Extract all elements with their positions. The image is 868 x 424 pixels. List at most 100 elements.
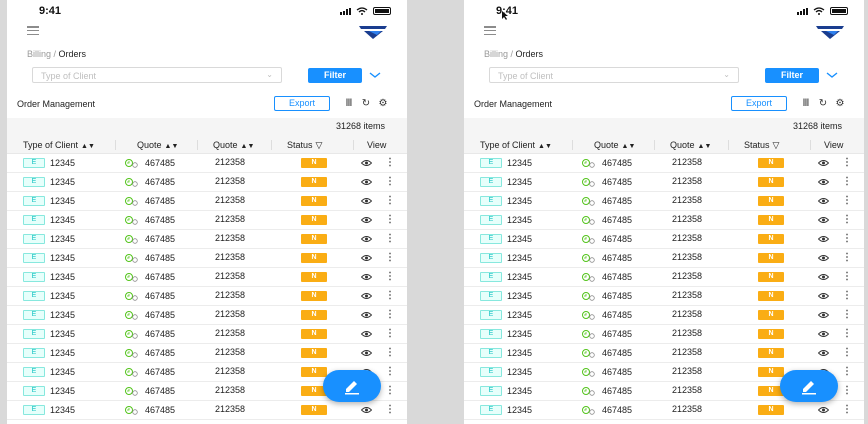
table-row[interactable]: E 12345 467485 212358 N ⋮ [464, 173, 864, 192]
sort-icon[interactable]: ▲▼ [538, 143, 552, 150]
eye-icon[interactable] [361, 349, 372, 357]
sort-icon[interactable]: ▲▼ [165, 143, 179, 150]
more-icon[interactable]: ⋮ [385, 271, 395, 282]
table-row[interactable]: E 12345 467485 212358 N ⋮ [7, 325, 407, 344]
table-row[interactable]: E 12345 467485 212358 N ⋮ [464, 306, 864, 325]
eye-icon[interactable] [361, 159, 372, 167]
breadcrumb-billing[interactable]: Billing [27, 49, 51, 59]
table-row[interactable]: E 12345 467485 212358 N ⋮ [464, 154, 864, 173]
eye-icon[interactable] [361, 197, 372, 205]
table-row[interactable]: E 12345 467485 212358 N ⋮ [7, 249, 407, 268]
more-icon[interactable]: ⋮ [385, 309, 395, 320]
filter-expand-icon[interactable] [368, 69, 382, 81]
more-icon[interactable]: ⋮ [842, 309, 852, 320]
eye-icon[interactable] [818, 406, 829, 414]
table-row[interactable]: E 12345 467485 212358 N ⋮ [7, 230, 407, 249]
more-icon[interactable]: ⋮ [385, 404, 395, 415]
filter-icon[interactable]: ▽ [773, 140, 780, 150]
eye-icon[interactable] [818, 216, 829, 224]
more-icon[interactable]: ⋮ [385, 347, 395, 358]
more-icon[interactable]: ⋮ [842, 290, 852, 301]
eye-icon[interactable] [361, 292, 372, 300]
eye-icon[interactable] [361, 216, 372, 224]
more-icon[interactable]: ⋮ [385, 252, 395, 263]
edit-fab-button[interactable] [780, 370, 838, 402]
more-icon[interactable]: ⋮ [385, 176, 395, 187]
eye-icon[interactable] [818, 197, 829, 205]
more-icon[interactable]: ⋮ [385, 290, 395, 301]
more-icon[interactable]: ⋮ [385, 328, 395, 339]
filter-button[interactable]: Filter [765, 68, 819, 83]
more-icon[interactable]: ⋮ [385, 366, 395, 377]
more-icon[interactable]: ⋮ [842, 328, 852, 339]
more-icon[interactable]: ⋮ [385, 214, 395, 225]
column-quote-2[interactable]: Quote ▲▼ [670, 140, 711, 150]
more-icon[interactable]: ⋮ [842, 214, 852, 225]
filter-expand-icon[interactable] [825, 69, 839, 81]
reload-icon[interactable]: ↻ [818, 98, 828, 109]
table-row[interactable]: E 12345 467485 212358 N ⋮ [7, 211, 407, 230]
eye-icon[interactable] [361, 273, 372, 281]
more-icon[interactable]: ⋮ [385, 195, 395, 206]
table-row[interactable]: E 12345 467485 212358 N ⋮ [7, 154, 407, 173]
more-icon[interactable]: ⋮ [842, 404, 852, 415]
settings-icon[interactable]: ⚙ [835, 98, 845, 109]
column-type-of-client[interactable]: Type of Client ▲▼ [23, 140, 95, 150]
eye-icon[interactable] [361, 330, 372, 338]
column-quote-2[interactable]: Quote ▲▼ [213, 140, 254, 150]
menu-icon[interactable] [27, 26, 39, 35]
eye-icon[interactable] [818, 273, 829, 281]
breadcrumb-billing[interactable]: Billing [484, 49, 508, 59]
more-icon[interactable]: ⋮ [385, 157, 395, 168]
table-row[interactable]: E 12345 467485 212358 N ⋮ [464, 192, 864, 211]
filter-icon[interactable]: ▽ [316, 140, 323, 150]
table-row[interactable]: E 12345 467485 212358 N ⋮ [464, 211, 864, 230]
eye-icon[interactable] [818, 235, 829, 243]
table-row[interactable]: E 12345 467485 212358 N ⋮ [7, 344, 407, 363]
table-row[interactable]: E 12345 467485 212358 N ⋮ [7, 192, 407, 211]
eye-icon[interactable] [818, 254, 829, 262]
more-icon[interactable]: ⋮ [385, 385, 395, 396]
reload-icon[interactable]: ↻ [361, 98, 371, 109]
sort-icon[interactable]: ▲▼ [698, 143, 712, 150]
text-height-icon[interactable]: Ⅲ [344, 98, 354, 109]
table-row[interactable]: E 12345 467485 212358 N ⋮ [7, 287, 407, 306]
table-row[interactable]: E 12345 467485 212358 N ⋮ [464, 344, 864, 363]
eye-icon[interactable] [361, 178, 372, 186]
eye-icon[interactable] [818, 159, 829, 167]
export-button[interactable]: Export [274, 96, 330, 111]
filter-button[interactable]: Filter [308, 68, 362, 83]
table-row[interactable]: E 12345 467485 212358 N ⋮ [464, 268, 864, 287]
eye-icon[interactable] [361, 406, 372, 414]
more-icon[interactable]: ⋮ [385, 233, 395, 244]
menu-icon[interactable] [484, 26, 496, 35]
column-quote-1[interactable]: Quote ▲▼ [137, 140, 178, 150]
sort-icon[interactable]: ▲▼ [241, 143, 255, 150]
more-icon[interactable]: ⋮ [842, 347, 852, 358]
column-status[interactable]: Status ▽ [744, 140, 779, 151]
more-icon[interactable]: ⋮ [842, 157, 852, 168]
more-icon[interactable]: ⋮ [842, 271, 852, 282]
eye-icon[interactable] [818, 311, 829, 319]
eye-icon[interactable] [361, 254, 372, 262]
client-type-select[interactable]: Type of Client ⌄ [32, 67, 282, 83]
export-button[interactable]: Export [731, 96, 787, 111]
more-icon[interactable]: ⋮ [842, 252, 852, 263]
table-row[interactable]: E 12345 467485 212358 N ⋮ [464, 401, 864, 420]
edit-fab-button[interactable] [323, 370, 381, 402]
settings-icon[interactable]: ⚙ [378, 98, 388, 109]
more-icon[interactable]: ⋮ [842, 176, 852, 187]
eye-icon[interactable] [361, 311, 372, 319]
table-row[interactable]: E 12345 467485 212358 N ⋮ [464, 287, 864, 306]
eye-icon[interactable] [818, 330, 829, 338]
column-type-of-client[interactable]: Type of Client ▲▼ [480, 140, 552, 150]
table-row[interactable]: E 12345 467485 212358 N ⋮ [7, 306, 407, 325]
more-icon[interactable]: ⋮ [842, 195, 852, 206]
table-row[interactable]: E 12345 467485 212358 N ⋮ [464, 230, 864, 249]
eye-icon[interactable] [361, 235, 372, 243]
column-quote-1[interactable]: Quote ▲▼ [594, 140, 635, 150]
more-icon[interactable]: ⋮ [842, 385, 852, 396]
table-row[interactable]: E 12345 467485 212358 N ⋮ [464, 325, 864, 344]
text-height-icon[interactable]: Ⅲ [801, 98, 811, 109]
column-status[interactable]: Status ▽ [287, 140, 322, 151]
